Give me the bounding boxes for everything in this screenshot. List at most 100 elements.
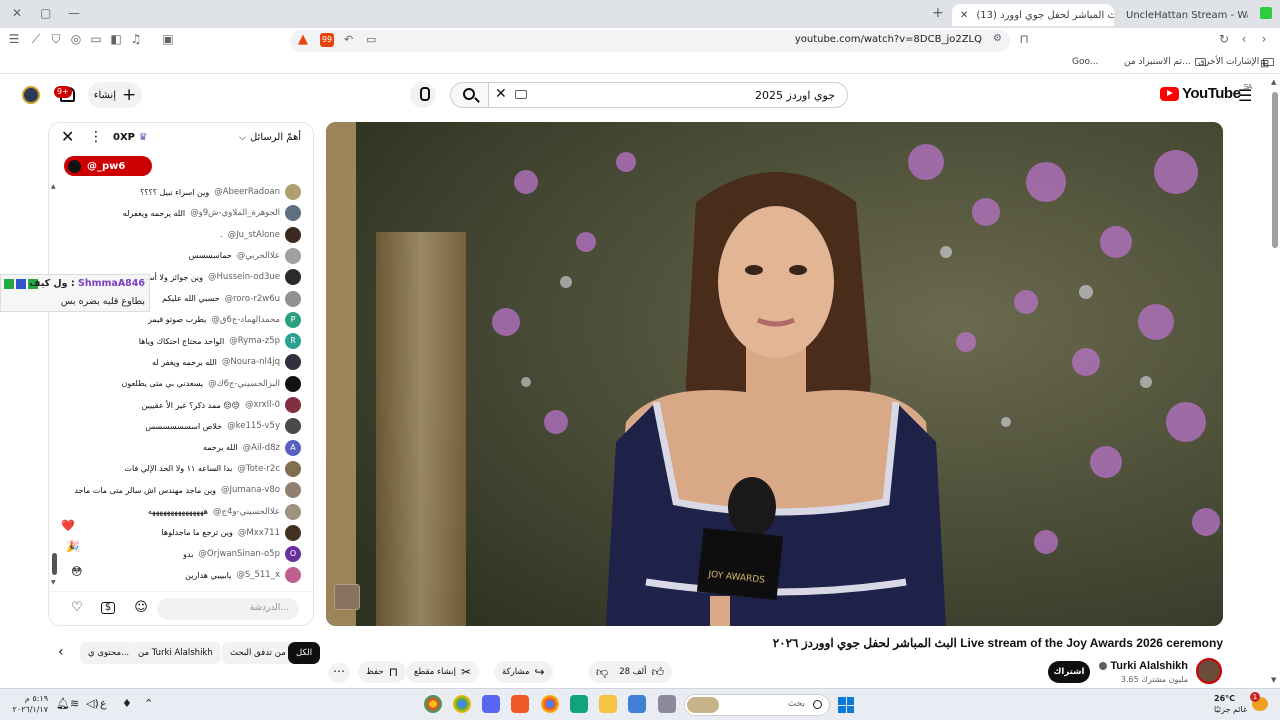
scroll-down-icon[interactable]: ▼ bbox=[1271, 676, 1276, 684]
chat-message[interactable]: بدا الساعه ١١ ولا الحد الإلي فات @Tote-r2… bbox=[124, 460, 301, 478]
taskbar-search[interactable]: بحث bbox=[684, 694, 830, 716]
chat-message[interactable]: هههههههههههههههه @علاالحسيني-و4ج bbox=[148, 503, 301, 521]
avatar[interactable] bbox=[285, 226, 301, 243]
file-explorer-icon[interactable] bbox=[599, 695, 617, 713]
chat-message[interactable]: وين جوائز ولا أسرة @Hussein-od3ue bbox=[139, 268, 301, 286]
chat-message[interactable]: الله يرحمه @Ail-d8z A bbox=[203, 439, 301, 457]
avatar[interactable] bbox=[285, 290, 301, 307]
search-button[interactable] bbox=[450, 82, 488, 108]
reload-icon[interactable]: ↻ bbox=[1216, 32, 1232, 46]
weather-widget[interactable]: 26°C غائم جزئيًا bbox=[1214, 693, 1247, 715]
avatar[interactable]: R bbox=[285, 333, 301, 350]
leo-icon[interactable]: ⟋ bbox=[28, 32, 44, 47]
chat-message[interactable]: بدو @OrjwanSinan-o5p O bbox=[183, 545, 301, 563]
keyboard-icon[interactable] bbox=[515, 90, 527, 99]
video-preview-thumbnail[interactable] bbox=[334, 584, 360, 610]
wallet-icon[interactable]: ◎ bbox=[68, 32, 84, 46]
avatar[interactable] bbox=[285, 375, 301, 392]
new-tab-icon[interactable]: + bbox=[932, 5, 944, 21]
chat-message[interactable]: حماسسسس @علاالحربي bbox=[189, 247, 301, 265]
avatar[interactable] bbox=[285, 418, 301, 435]
site-settings-icon[interactable]: ⚙ bbox=[993, 33, 1002, 44]
maximize-window-icon[interactable]: ▢ bbox=[40, 6, 51, 20]
brave-shield-icon[interactable]: 99 bbox=[320, 33, 334, 47]
chat-message[interactable]: الله يرحمه ويغفر له @Noura-nl4jq bbox=[152, 353, 301, 371]
bookmark-imported-folder[interactable]: تم الاستيراد من... bbox=[1124, 57, 1206, 67]
scroll-thumb[interactable] bbox=[1272, 92, 1278, 248]
store-icon[interactable] bbox=[628, 695, 646, 713]
chip-from-channel[interactable]: من Turki Alalshikh bbox=[130, 642, 221, 664]
chip-related[interactable]: من تدفق البحث bbox=[222, 642, 294, 664]
chat-input[interactable]: الدردشة... bbox=[157, 598, 299, 620]
clip-button[interactable]: إنشاء مقطع ✂ bbox=[406, 661, 480, 683]
avatar[interactable] bbox=[285, 482, 301, 499]
avatar[interactable] bbox=[285, 269, 301, 286]
like-icon[interactable]: 👍︎ bbox=[651, 665, 664, 680]
chat-message[interactable]: الله يرحمه ويغفرله @الجوهرة_الملاوي-ش9و bbox=[123, 204, 301, 222]
avatar[interactable]: A bbox=[285, 439, 301, 456]
cast-icon[interactable]: ▭ bbox=[366, 33, 376, 46]
discord-app-icon[interactable] bbox=[482, 695, 500, 713]
chrome-app2-icon[interactable] bbox=[541, 695, 559, 713]
close-chat-icon[interactable]: ✕ bbox=[61, 127, 74, 146]
chip-content[interactable]: محتوى ي... bbox=[80, 642, 138, 664]
account-avatar[interactable] bbox=[22, 86, 40, 104]
chat-message-author[interactable]: @علاالحربي bbox=[237, 251, 280, 261]
search-input[interactable]: ✕ جوي اوردز 2025 bbox=[488, 82, 848, 108]
super-chat-icon[interactable]: $ bbox=[101, 602, 115, 614]
start-button-icon[interactable] bbox=[838, 697, 854, 713]
avatar[interactable] bbox=[285, 184, 301, 200]
tray-chevron-icon[interactable]: ⌃ bbox=[144, 697, 153, 710]
tab-unclehattan[interactable]: UncleHattan Stream - Watch Live bbox=[1118, 4, 1248, 26]
clock[interactable]: ٥:١٩ م ٢٠٢٦/١/١٧ bbox=[10, 693, 48, 715]
voice-search-icon[interactable] bbox=[410, 82, 436, 108]
chrome-profile-app-icon[interactable] bbox=[453, 695, 471, 713]
chat-message-author[interactable]: @roro-r2w6u bbox=[225, 294, 280, 304]
chat-message-author[interactable]: @OrjwanSinan-o5p bbox=[198, 549, 280, 559]
forward-icon[interactable]: › bbox=[1256, 32, 1272, 46]
apps-grid-icon[interactable]: ⊞ bbox=[1260, 57, 1269, 70]
video-player[interactable]: JOY AWARDS bbox=[326, 122, 1223, 626]
create-button[interactable]: إنشاء + bbox=[88, 82, 142, 108]
avatar[interactable] bbox=[285, 205, 301, 222]
chat-message-author[interactable]: @Noura-nl4jq bbox=[222, 357, 280, 367]
avatar[interactable] bbox=[285, 524, 301, 541]
chrome-app-icon[interactable] bbox=[424, 695, 442, 713]
volume-icon[interactable]: ◁) bbox=[86, 697, 99, 710]
chat-message[interactable]: يطرب صوتو قيمر @محمدالهماد-ج6ق P bbox=[148, 311, 301, 329]
heart-icon[interactable]: ♡ bbox=[69, 600, 85, 616]
channel-name[interactable]: Turki Alalshikh bbox=[1099, 660, 1188, 672]
close-tab-icon[interactable]: ✕ bbox=[960, 10, 968, 21]
avatar[interactable] bbox=[285, 247, 301, 264]
avatar[interactable] bbox=[285, 503, 301, 520]
close-window-icon[interactable]: ✕ bbox=[12, 6, 22, 20]
chat-message-author[interactable]: @ke115-v5y bbox=[227, 421, 280, 431]
chat-message-author[interactable]: @البزالحسيني-ج6ك bbox=[208, 379, 280, 389]
chat-message-author[interactable]: @محمدالهماد-ج6ق bbox=[211, 315, 280, 325]
reading-list-icon[interactable]: ▭ bbox=[88, 32, 104, 46]
page-scrollbar[interactable]: ▲ ▼ bbox=[1270, 78, 1280, 688]
chevron-left-icon[interactable]: ‹ bbox=[58, 644, 64, 660]
wifi-icon[interactable]: ≋ bbox=[70, 697, 79, 710]
minimize-window-icon[interactable]: — bbox=[68, 6, 80, 20]
app-icon[interactable] bbox=[570, 695, 588, 713]
chat-message-author[interactable]: @Mxx711 bbox=[238, 528, 280, 538]
save-button[interactable]: حفظ ⊓ bbox=[358, 661, 406, 683]
tab-youtube[interactable]: ✕ (13) البث المباشر لحفل جوي اوورد bbox=[952, 4, 1114, 26]
music-icon[interactable]: ♫ bbox=[128, 32, 144, 46]
xp-badge[interactable]: 0XP ♛ bbox=[113, 132, 147, 143]
avatar[interactable] bbox=[285, 397, 301, 413]
more-actions-icon[interactable]: ⋯ bbox=[328, 663, 350, 683]
chip-all[interactable]: الكل bbox=[288, 642, 321, 664]
chat-message[interactable]: وين ماجد مهندس اش سالر متى مات ماجد @Juma… bbox=[74, 481, 301, 499]
chat-message-author[interactable]: @Tote-r2c bbox=[237, 464, 280, 474]
chat-message-author[interactable]: @Ail-d8z bbox=[243, 443, 280, 453]
share-button[interactable]: مشاركة ↪ bbox=[494, 661, 553, 683]
clear-search-icon[interactable]: ✕ bbox=[495, 86, 507, 102]
chat-message-author[interactable]: @AbeerRadoan bbox=[214, 187, 280, 197]
guide-menu-icon[interactable]: ☰ bbox=[1238, 86, 1252, 105]
scroll-up-icon[interactable]: ▲ bbox=[1271, 78, 1276, 86]
menu-icon[interactable]: ☰ bbox=[6, 32, 22, 46]
bookmark-icon[interactable]: ⊓ bbox=[1016, 32, 1032, 46]
chat-message-author[interactable]: @Ryma-z5p bbox=[229, 336, 280, 346]
